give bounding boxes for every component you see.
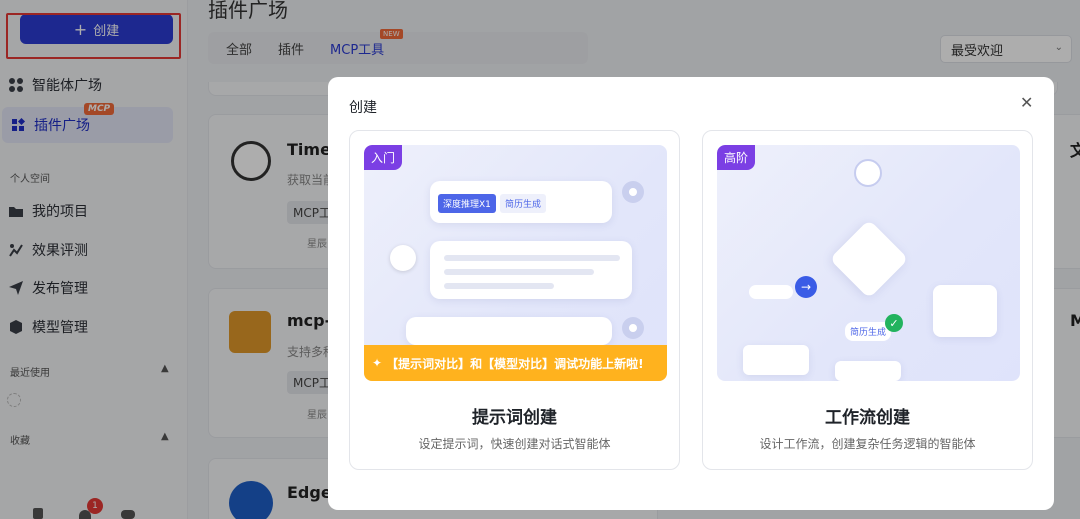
spark-logo-icon — [390, 245, 416, 271]
text-line — [444, 283, 554, 289]
avatar-icon — [622, 181, 644, 203]
level-tag: 高阶 — [717, 145, 756, 170]
node-circle — [854, 159, 882, 187]
prompt-illustration: 深度推理X1 简历生成 ✦ 【提示词对比】和【模型对比】调试功能上新啦! 入门 — [364, 145, 667, 381]
workflow-illustration: → 简历生成 ✓ 高阶 — [717, 145, 1020, 381]
modal-title: 创建 — [349, 100, 377, 116]
check-icon: ✓ — [885, 314, 903, 332]
party-icon: ✦ — [372, 356, 383, 370]
flow-card — [835, 361, 901, 381]
option-title: 工作流创建 — [825, 408, 910, 428]
illustration-bubble — [406, 317, 612, 345]
flow-card — [743, 345, 809, 375]
illustration-pill: 深度推理X1 — [438, 194, 496, 213]
flow-card — [933, 285, 997, 337]
illustration-pill: 简历生成 — [500, 194, 547, 213]
option-desc: 设定提示词，快速创建对话式智能体 — [418, 437, 611, 451]
prompt-create-option[interactable]: 深度推理X1 简历生成 ✦ 【提示词对比】和【模型对比】调试功能上新啦! 入门 … — [349, 130, 680, 470]
workflow-create-option[interactable]: → 简历生成 ✓ 高阶 工作流创建 设计工作流，创建复杂任务逻辑的智能体 — [702, 130, 1033, 470]
create-modal: 创建 ✕ 深度推理X1 简历生成 ✦ 【提示词对比】和【模型对比】调试功能上新啦… — [328, 77, 1054, 510]
decision-node — [829, 219, 909, 299]
promo-banner: ✦ 【提示词对比】和【模型对比】调试功能上新啦! — [364, 345, 667, 381]
arrow-right-icon: → — [795, 276, 817, 298]
text-line — [444, 269, 594, 275]
close-icon[interactable]: ✕ — [1020, 93, 1033, 112]
text-line — [444, 255, 620, 261]
promo-text: 【提示词对比】和【模型对比】调试功能上新啦! — [386, 356, 644, 371]
illustration-pill: 简历生成 — [845, 322, 892, 341]
option-title: 提示词创建 — [472, 408, 557, 428]
flow-node — [749, 285, 793, 299]
option-desc: 设计工作流，创建复杂任务逻辑的智能体 — [759, 437, 976, 451]
avatar-icon — [622, 317, 644, 339]
level-tag: 入门 — [364, 145, 403, 170]
